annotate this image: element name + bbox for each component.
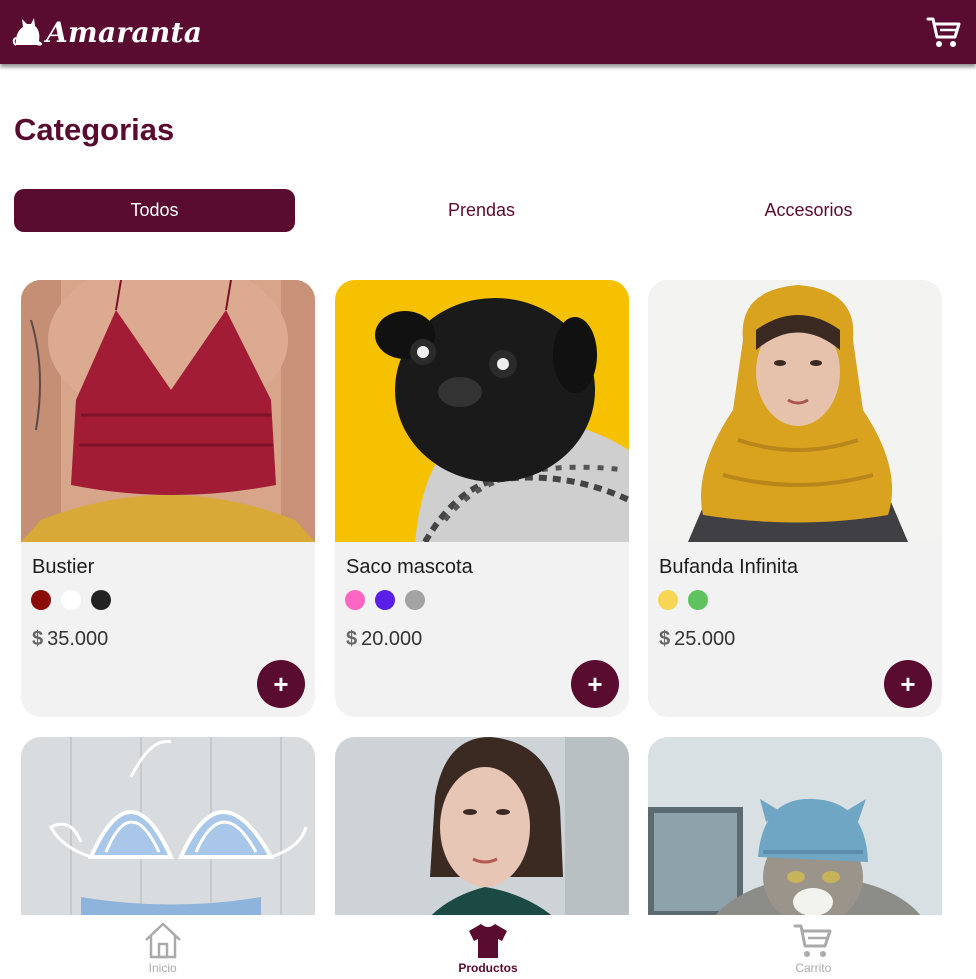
product-price: $20.000: [346, 628, 422, 651]
cart-icon: [793, 924, 832, 957]
color-swatch[interactable]: [658, 590, 678, 610]
app-header: Amaranta: [0, 0, 976, 64]
nav-label: Productos: [458, 961, 518, 975]
nav-carrito[interactable]: Carrito: [651, 915, 976, 979]
product-image: [648, 280, 942, 542]
tab-accesorios[interactable]: Accesorios: [668, 189, 949, 232]
color-swatch[interactable]: [405, 590, 425, 610]
currency-symbol: $: [346, 628, 358, 650]
home-icon: [144, 922, 181, 959]
currency-symbol: $: [32, 628, 44, 650]
color-swatch[interactable]: [375, 590, 395, 610]
brand[interactable]: Amaranta: [12, 15, 202, 49]
product-price: $25.000: [659, 628, 735, 651]
color-swatches: [345, 590, 425, 610]
tab-todos[interactable]: Todos: [14, 189, 295, 232]
add-to-cart-button[interactable]: +: [257, 660, 305, 708]
color-swatch[interactable]: [91, 590, 111, 610]
product-card[interactable]: Saco mascota $20.000 +: [335, 280, 629, 717]
color-swatch[interactable]: [61, 590, 81, 610]
product-name: Bufanda Infinita: [659, 556, 798, 578]
color-swatches: [31, 590, 111, 610]
tab-prendas[interactable]: Prendas: [295, 189, 668, 232]
price-value: 20.000: [361, 628, 423, 650]
nav-label: Carrito: [795, 961, 832, 975]
add-to-cart-button[interactable]: +: [884, 660, 932, 708]
cat-icon: [12, 18, 42, 46]
product-image: [335, 280, 629, 542]
brand-name: Amaranta: [46, 15, 203, 49]
cart-icon[interactable]: [926, 15, 962, 49]
product-name: Bustier: [32, 556, 95, 578]
bottom-nav: Inicio Productos Carrito: [0, 915, 976, 979]
product-card[interactable]: Bufanda Infinita $25.000 +: [648, 280, 942, 717]
currency-symbol: $: [659, 628, 671, 650]
add-to-cart-button[interactable]: +: [571, 660, 619, 708]
nav-inicio[interactable]: Inicio: [0, 915, 325, 979]
product-image: [21, 280, 315, 542]
category-tabs: Todos Prendas Accesorios: [14, 189, 962, 232]
product-name: Saco mascota: [346, 556, 473, 578]
price-value: 25.000: [674, 628, 736, 650]
color-swatch[interactable]: [345, 590, 365, 610]
color-swatches: [658, 590, 708, 610]
page-title: Categorias: [14, 112, 175, 147]
nav-label: Inicio: [148, 961, 177, 975]
product-card[interactable]: Bustier $35.000 +: [21, 280, 315, 717]
product-price: $35.000: [32, 628, 108, 651]
color-swatch[interactable]: [688, 590, 708, 610]
color-swatch[interactable]: [31, 590, 51, 610]
price-value: 35.000: [47, 628, 109, 650]
shirt-icon: [468, 924, 507, 958]
nav-productos[interactable]: Productos: [325, 915, 650, 979]
